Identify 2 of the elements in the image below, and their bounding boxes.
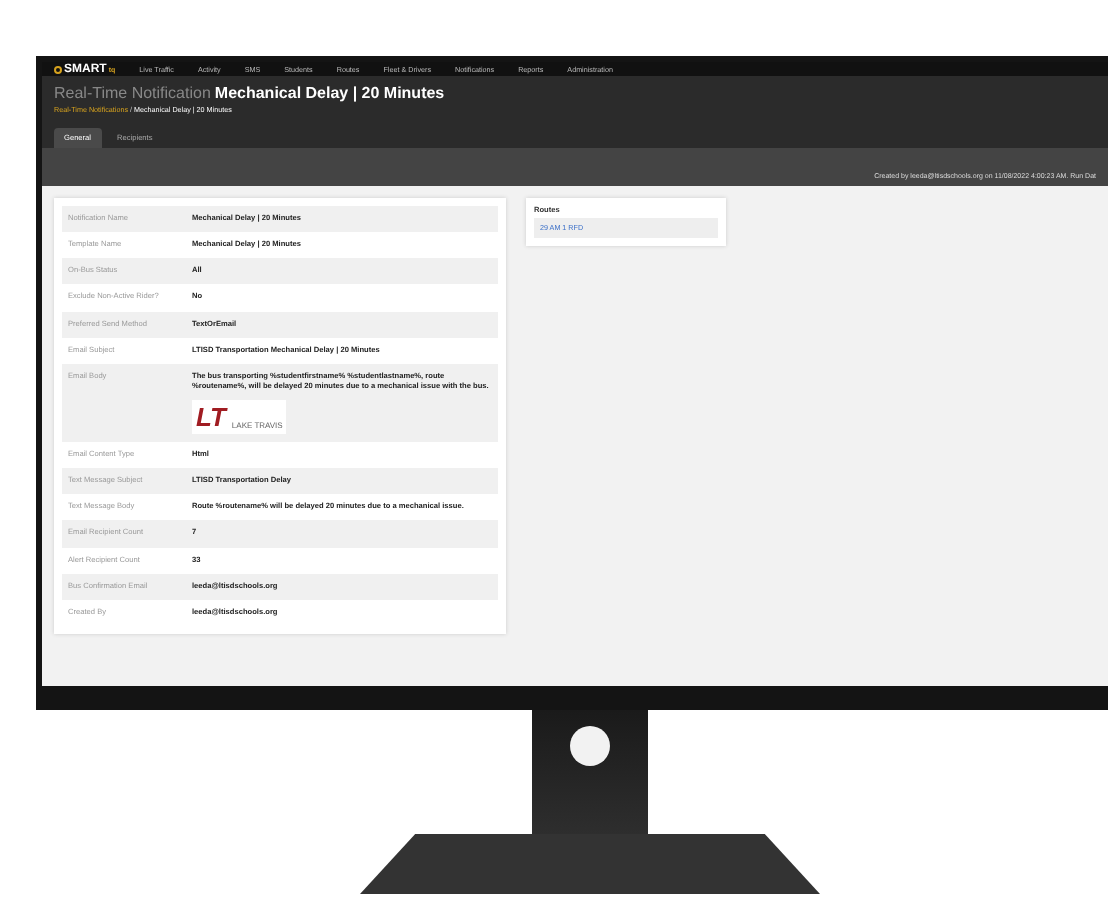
page-title: Real-Time Notification Mechanical Delay | 20 Minutes [54,84,447,102]
monitor-stand-neck [532,710,648,834]
